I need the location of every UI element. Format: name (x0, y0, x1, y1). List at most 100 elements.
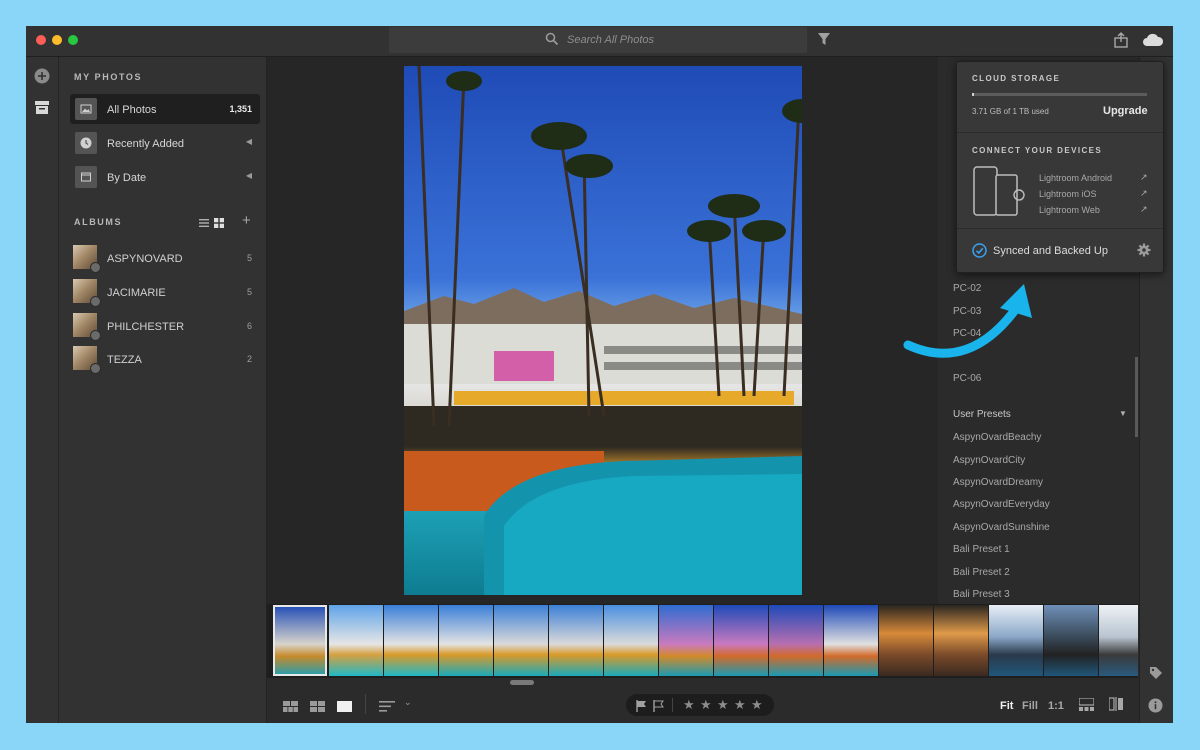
filmstrip-thumbnail[interactable] (659, 605, 713, 676)
zoom-fill-button[interactable]: Fill (1022, 700, 1038, 712)
sidebar-item-recently-added[interactable]: Recently Added ◀ (70, 128, 260, 158)
gear-icon[interactable] (1137, 243, 1151, 262)
library-icon[interactable] (35, 101, 49, 120)
preset-item[interactable]: Bali Preset 1 (953, 544, 1010, 555)
filmstrip-thumbnail[interactable] (384, 605, 438, 676)
filmstrip-thumbnail[interactable] (604, 605, 658, 676)
chevron-down-icon[interactable]: ▼ (1119, 409, 1127, 418)
filmstrip-thumbnail[interactable] (879, 605, 933, 676)
star-icon[interactable]: ★ (683, 697, 695, 713)
album-item-jacimarie[interactable]: JACIMARIE 5 (70, 277, 260, 307)
external-link-icon[interactable]: ↗ (1140, 204, 1148, 215)
add-album-icon[interactable]: + (242, 213, 251, 228)
preset-item[interactable]: AspynOvardSunshine (953, 522, 1050, 533)
lightroom-web-link[interactable]: Lightroom Web (1039, 205, 1100, 215)
sort-icon[interactable] (379, 699, 395, 717)
album-item-philchester[interactable]: PHILCHESTER 6 (70, 311, 260, 341)
clock-icon (75, 132, 97, 154)
synced-check-icon (90, 363, 101, 374)
my-photos-title: MY PHOTOS (74, 72, 143, 82)
storage-usage-bar (972, 93, 1147, 96)
preset-item[interactable]: AspynOvardCity (953, 455, 1025, 466)
lightroom-window: Search All Photos MY PHOTOS All Photos 1… (26, 26, 1173, 723)
bottom-toolbar: ⌄ ★ ★ ★ ★ ★ Fit Fill 1:1 (267, 686, 1138, 723)
flag-pick-icon[interactable] (636, 699, 647, 717)
zoom-fit-button[interactable]: Fit (1000, 700, 1013, 712)
filmstrip-resize-handle[interactable] (510, 680, 534, 685)
filmstrip-thumbnail[interactable] (549, 605, 603, 676)
album-label: JACIMARIE (107, 287, 166, 299)
lightroom-android-link[interactable]: Lightroom Android (1039, 173, 1112, 183)
close-window-button[interactable] (36, 35, 46, 45)
cloud-icon[interactable] (1142, 33, 1164, 52)
filmstrip-thumbnail[interactable] (1044, 605, 1098, 676)
flag-reject-icon[interactable] (653, 699, 664, 717)
preset-item[interactable]: Bali Preset 2 (953, 567, 1010, 578)
search-bar[interactable]: Search All Photos (389, 27, 807, 53)
sidebar-item-all-photos[interactable]: All Photos 1,351 (70, 94, 260, 124)
grid-view-icon[interactable] (214, 215, 224, 233)
sidebar-item-label: Recently Added (107, 138, 185, 150)
preset-item[interactable]: AspynOvardDreamy (953, 477, 1043, 488)
filmstrip-thumbnail[interactable] (1099, 605, 1138, 676)
popover-divider (957, 132, 1163, 133)
detail-view-icon[interactable] (337, 699, 352, 717)
filmstrip-thumbnail[interactable] (439, 605, 493, 676)
upgrade-button[interactable]: Upgrade (1103, 105, 1148, 117)
user-presets-title[interactable]: User Presets (953, 409, 1011, 420)
sidebar: MY PHOTOS All Photos 1,351 Recently Adde… (59, 57, 267, 723)
caret-left-icon[interactable]: ◀ (246, 137, 252, 146)
star-icon[interactable]: ★ (751, 697, 763, 713)
sidebar-item-by-date[interactable]: By Date ◀ (70, 162, 260, 192)
filmstrip-thumbnail[interactable] (824, 605, 878, 676)
add-icon[interactable] (34, 68, 50, 89)
filmstrip-thumbnail[interactable] (714, 605, 768, 676)
connect-devices-title: CONNECT YOUR DEVICES (972, 146, 1103, 155)
filmstrip-thumbnail[interactable] (329, 605, 383, 676)
external-link-icon[interactable]: ↗ (1140, 172, 1148, 183)
sidebar-item-label: All Photos (107, 104, 157, 116)
chevron-down-icon[interactable]: ⌄ (404, 697, 412, 708)
star-icon[interactable]: ★ (700, 697, 712, 713)
preset-item[interactable]: PC-06 (953, 373, 981, 384)
preset-item[interactable]: AspynOvardBeachy (953, 432, 1041, 443)
album-count: 6 (246, 321, 252, 331)
tag-icon[interactable] (1149, 666, 1163, 685)
preset-item[interactable]: Bali Preset 3 (953, 589, 1010, 600)
synced-check-icon (90, 296, 101, 307)
album-label: PHILCHESTER (107, 321, 185, 333)
devices-sync-icon (973, 166, 1027, 223)
share-icon[interactable] (1114, 32, 1128, 53)
filmstrip-toggle-icon[interactable] (1078, 697, 1095, 716)
lightroom-ios-link[interactable]: Lightroom iOS (1039, 189, 1097, 199)
preset-item[interactable]: AspynOvardEveryday (953, 499, 1050, 510)
filmstrip-thumbnail[interactable] (769, 605, 823, 676)
zoom-1-1-button[interactable]: 1:1 (1048, 700, 1064, 712)
album-item-tezza[interactable]: TEZZA 2 (70, 344, 260, 374)
caret-left-icon[interactable]: ◀ (246, 171, 252, 180)
search-input[interactable]: Search All Photos (567, 34, 654, 46)
square-grid-icon[interactable] (283, 699, 298, 717)
filmstrip-thumbnail[interactable] (494, 605, 548, 676)
zoom-window-button[interactable] (68, 35, 78, 45)
star-icon[interactable]: ★ (734, 697, 746, 713)
album-item-aspynovard[interactable]: ASPYNOVARD 5 (70, 243, 260, 273)
grid-view-icon[interactable] (310, 699, 325, 717)
compare-icon[interactable] (1108, 697, 1123, 716)
info-icon[interactable] (1148, 698, 1163, 718)
filmstrip-thumbnail[interactable] (934, 605, 988, 676)
album-label: TEZZA (107, 354, 142, 366)
filmstrip-thumbnail[interactable] (273, 605, 327, 676)
star-icon[interactable]: ★ (717, 697, 729, 713)
panel-scrollbar[interactable] (1135, 357, 1138, 437)
filmstrip-thumbnail[interactable] (989, 605, 1043, 676)
album-count: 5 (246, 253, 252, 263)
external-link-icon[interactable]: ↗ (1140, 188, 1148, 199)
minimize-window-button[interactable] (52, 35, 62, 45)
list-view-icon[interactable] (199, 215, 209, 233)
filter-icon[interactable] (818, 32, 830, 51)
synced-check-icon (972, 243, 987, 263)
albums-title: ALBUMS (74, 217, 123, 227)
sync-status-text: Synced and Backed Up (993, 245, 1108, 257)
main-photo[interactable] (404, 66, 802, 595)
